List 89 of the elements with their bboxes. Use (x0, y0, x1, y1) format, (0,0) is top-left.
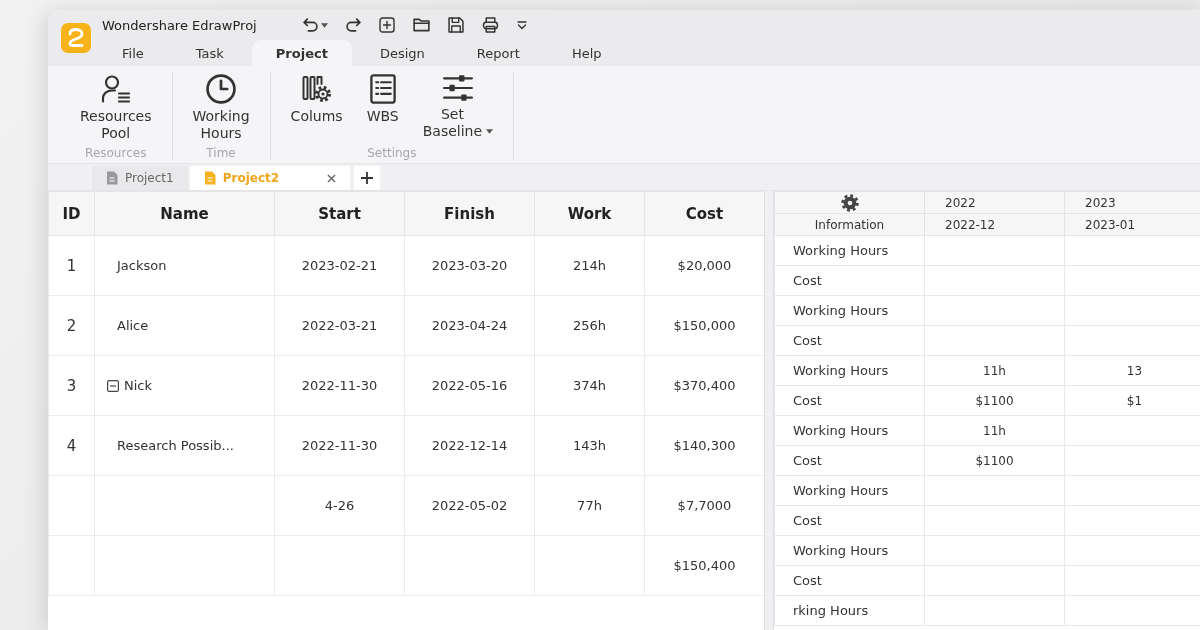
save-icon[interactable] (447, 17, 464, 33)
name-text: Nick (124, 378, 152, 393)
table-cell: 3 (48, 355, 95, 416)
table-cell: Research Possib... (94, 415, 275, 476)
ribbon-button[interactable]: Set Baseline (416, 72, 500, 142)
column-header: 2022-12 (924, 213, 1065, 236)
column-header: 2022 (924, 191, 1065, 214)
add-tab-button[interactable] (353, 166, 380, 190)
clock-icon (206, 74, 237, 104)
table-cell: 2022-12-14 (404, 415, 535, 476)
user-list-icon (100, 74, 131, 104)
table-cell: Cost (774, 565, 925, 596)
column-header: Information (774, 213, 925, 236)
column-header: 2023 (1064, 191, 1200, 214)
menu-tab[interactable]: File (98, 40, 168, 66)
plus-square-icon[interactable] (378, 17, 395, 33)
file-icon (203, 171, 216, 185)
menu-tab[interactable]: Report (452, 40, 544, 66)
ribbon-button[interactable]: WBS (360, 72, 405, 127)
table-cell: 4-26 (274, 475, 405, 536)
table-cell: 256h (534, 295, 645, 356)
table-cell: Alice (94, 295, 275, 356)
table-cell: 11h (924, 355, 1065, 386)
file-icon (106, 171, 118, 185)
column-header: Start (274, 191, 405, 236)
table-cell: Cost (774, 265, 925, 296)
table-cell: 77h (534, 475, 645, 536)
table-cell: rking Hours (774, 595, 925, 626)
table-cell: Cost (774, 505, 925, 536)
table-cell: Cost (774, 445, 925, 476)
table-cell: Working Hours (774, 535, 925, 566)
menu-tab[interactable]: Help (547, 40, 626, 66)
caret-icon[interactable] (486, 128, 494, 134)
close-icon[interactable] (326, 173, 336, 183)
table-cell: 2023-03-20 (404, 235, 535, 296)
logo-icon (61, 23, 91, 53)
columns-gear-icon (301, 74, 332, 104)
caret-icon[interactable] (320, 22, 328, 28)
table-cell: 2022-05-16 (404, 355, 535, 416)
undo-icon[interactable] (302, 18, 318, 32)
chevron-down-icon[interactable] (516, 20, 527, 30)
table-cell: Working Hours (774, 475, 925, 506)
column-header: Work (534, 191, 645, 236)
table-cell: 11h (924, 415, 1065, 446)
table-cell: Working Hours (774, 295, 925, 326)
table-cell: 1 (48, 235, 95, 296)
menu-tab[interactable]: Task (171, 40, 248, 66)
table-cell: 2022-03-21 (274, 295, 405, 356)
table-cell: Working Hours (774, 235, 925, 266)
table-cell: 2023-02-21 (274, 235, 405, 296)
column-header: Finish (404, 191, 535, 236)
table-cell: $1100 (924, 385, 1065, 416)
column-header: Cost (644, 191, 765, 236)
table-cell: 374h (534, 355, 645, 416)
menu-tab[interactable]: Project (251, 40, 352, 66)
table-cell: 214h (534, 235, 645, 296)
table-cell: $1100 (924, 445, 1065, 476)
ribbon-button[interactable]: Colums (284, 72, 349, 127)
column-header: ID (48, 191, 95, 236)
ribbon-button[interactable]: Resources Pool (74, 72, 158, 144)
ribbon-button[interactable]: Working Hours (186, 72, 256, 144)
table-cell: Working Hours (774, 355, 925, 386)
table-cell: 143h (534, 415, 645, 476)
table-cell: 2022-05-02 (404, 475, 535, 536)
column-header: 2023-01 (1064, 213, 1200, 236)
column-header: Name (94, 191, 275, 236)
sliders-icon (442, 74, 473, 102)
table-cell: Jackson (94, 235, 275, 296)
minus-square-icon[interactable] (107, 379, 119, 392)
table-cell: 2022-11-30 (274, 415, 405, 476)
table-cell: 2023-04-24 (404, 295, 535, 356)
table-cell: Cost (774, 325, 925, 356)
menu-tab[interactable]: Design (355, 40, 449, 66)
table-cell: Cost (774, 385, 925, 416)
redo-icon[interactable] (345, 18, 361, 32)
group-label: Time (206, 146, 236, 160)
table-cell: 4 (48, 415, 95, 476)
printer-icon[interactable] (481, 17, 499, 33)
group-label: Settings (367, 146, 417, 160)
folder-icon[interactable] (412, 18, 430, 32)
group-label: Resources (85, 146, 147, 160)
table-cell: Working Hours (774, 415, 925, 446)
list-document-icon (368, 74, 397, 104)
app-title: Wondershare EdrawProj (102, 17, 257, 33)
document-tab[interactable]: Project1 (92, 166, 188, 190)
plus-icon (360, 172, 373, 184)
table-cell: 2022-11-30 (274, 355, 405, 416)
table-cell: 2 (48, 295, 95, 356)
settings-icon[interactable] (840, 193, 859, 212)
